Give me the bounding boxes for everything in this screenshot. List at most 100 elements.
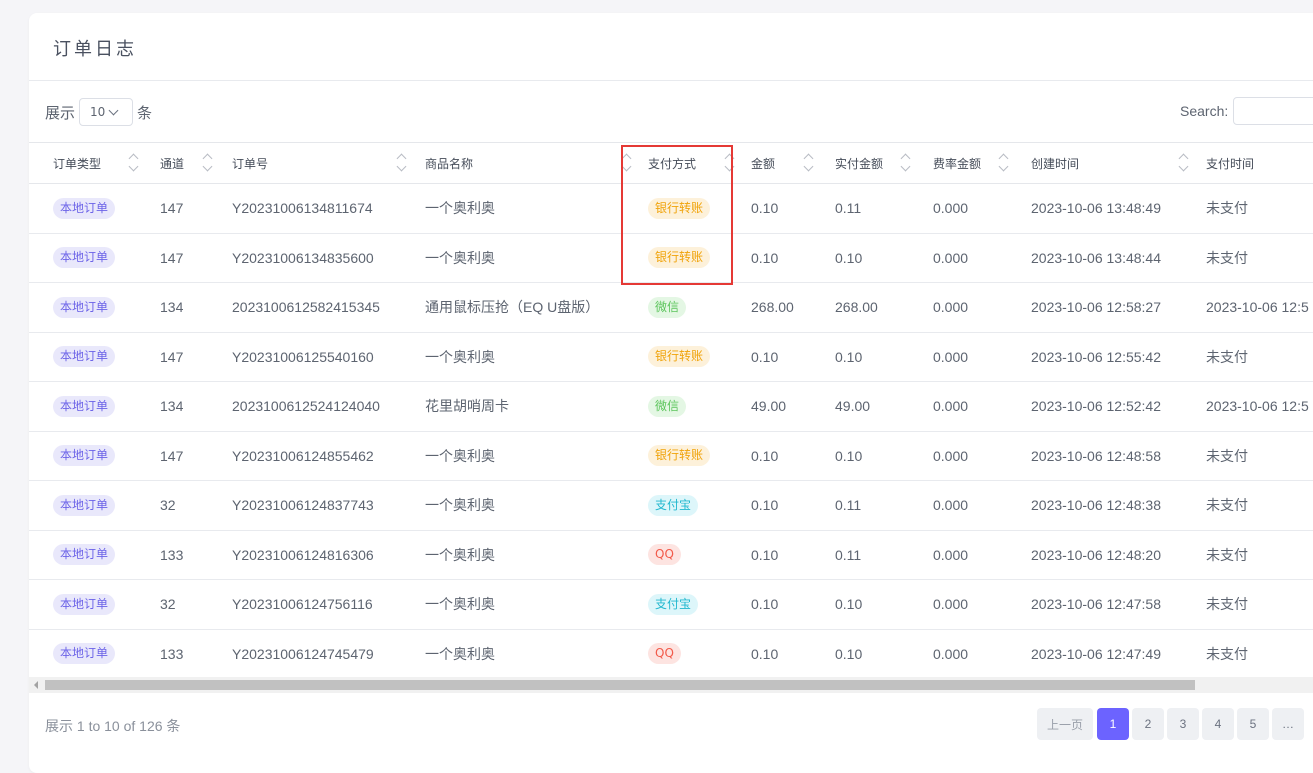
paid-amount-text: 0.11	[835, 200, 862, 217]
scrollbar-thumb[interactable]	[45, 680, 1195, 690]
payment-method-badge: 银行转账	[648, 346, 711, 368]
payment-method-badge: 支付宝	[648, 494, 699, 516]
order-type-cell: 本地订单	[29, 530, 136, 580]
page-length-control: 展示 10 条	[45, 97, 152, 127]
chevron-down-icon	[108, 105, 119, 115]
order-type-cell: 本地订单	[29, 629, 136, 679]
column-header[interactable]: 订单类型	[29, 142, 139, 184]
order-type-badge: 本地订单	[53, 395, 116, 417]
channel-text: 147	[160, 348, 184, 365]
order-type-cell: 本地订单	[29, 431, 136, 481]
column-header-label: 支付时间	[1206, 156, 1255, 171]
payment-method-cell: 微信	[624, 282, 727, 333]
column-header[interactable]: 创建时间	[1007, 142, 1189, 184]
scroll-left-arrow-icon[interactable]	[34, 681, 38, 689]
channel-cell: 147	[136, 332, 208, 382]
payment-method-cell: 银行转账	[624, 431, 727, 481]
page-button[interactable]: 2	[1132, 708, 1164, 740]
column-header[interactable]: 商品名称	[401, 142, 632, 184]
column-header-label: 实付金额	[835, 156, 884, 171]
table-row[interactable]: 本地订单 133 Y20231006124745479 一个奥利奥 QQ 0.10 0.10…	[29, 629, 1313, 679]
channel-cell: 147	[136, 431, 208, 481]
product-name-text: 一个奥利奥	[425, 645, 495, 662]
column-header[interactable]: 通道	[136, 142, 213, 184]
pagination: 上一页 1 2 3 4 5…	[1037, 708, 1307, 740]
order-number-text: Y20231006124816306	[232, 546, 374, 563]
created-time-text: 2023-10-06 12:52:42	[1031, 398, 1161, 415]
amount-cell: 0.10	[727, 183, 811, 234]
order-type-cell: 本地订单	[29, 480, 136, 531]
channel-text: 133	[160, 546, 184, 563]
order-number-text: Y20231006124837743	[232, 497, 374, 514]
table-row[interactable]: 本地订单 32 Y20231006124837743 一个奥利奥 支付宝 0.10 0.11…	[29, 480, 1313, 531]
created-time-cell: 2023-10-06 12:48:38	[1007, 480, 1182, 531]
fee-amount-cell: 0.000	[909, 629, 1007, 679]
fee-amount-text: 0.000	[933, 497, 969, 514]
amount-cell: 0.10	[727, 629, 811, 679]
table-row[interactable]: 本地订单 134 2023100612582415345 通用鼠标压抢（EQ U盘版）…	[29, 282, 1313, 333]
search-input[interactable]	[1233, 97, 1313, 125]
table-row[interactable]: 本地订单 147 Y20231006124855462 一个奥利奥 银行转账 0.10 0.…	[29, 431, 1313, 481]
paid-time-cell: 2023-10-06 12:5	[1182, 282, 1313, 333]
channel-text: 147	[160, 200, 184, 217]
product-name-cell: 一个奥利奥	[401, 579, 624, 630]
product-name-text: 一个奥利奥	[425, 200, 495, 217]
created-time-cell: 2023-10-06 12:58:27	[1007, 282, 1182, 333]
paid-amount-text: 0.10	[835, 645, 863, 662]
paid-time-text: 未支付	[1206, 497, 1248, 514]
order-log-card: 订单日志 展示 10 条 Search: 订单类型 通道 订单号 商品名称 支付方式 金额…	[29, 13, 1313, 773]
order-number-cell: 2023100612524124040	[208, 381, 401, 432]
column-header[interactable]: 实付金额	[811, 142, 911, 184]
order-type-badge: 本地订单	[53, 296, 116, 318]
order-number-cell: Y20231006124837743	[208, 480, 401, 531]
column-header[interactable]: 费率金额	[909, 142, 1009, 184]
search-label: Search:	[1180, 103, 1229, 119]
page-button[interactable]: 3	[1167, 708, 1199, 740]
page-length-select[interactable]: 10	[79, 98, 134, 126]
page-button[interactable]: 1	[1097, 708, 1129, 740]
created-time-text: 2023-10-06 13:48:44	[1031, 249, 1161, 266]
order-number-cell: Y20231006124816306	[208, 530, 401, 580]
prev-page-button[interactable]: 上一页	[1037, 708, 1093, 740]
paid-amount-cell: 0.10	[811, 629, 909, 679]
amount-text: 268.00	[751, 299, 794, 316]
created-time-cell: 2023-10-06 12:55:42	[1007, 332, 1182, 382]
product-name-text: 一个奥利奥	[425, 596, 495, 613]
fee-amount-text: 0.000	[933, 348, 969, 365]
created-time-cell: 2023-10-06 12:48:20	[1007, 530, 1182, 580]
horizontal-scrollbar[interactable]	[29, 677, 1313, 693]
order-type-cell: 本地订单	[29, 381, 136, 432]
order-number-text: 2023100612582415345	[232, 299, 380, 316]
fee-amount-text: 0.000	[933, 447, 969, 464]
paid-time-text: 未支付	[1206, 645, 1248, 662]
product-name-text: 通用鼠标压抢（EQ U盘版）	[425, 299, 600, 316]
paid-amount-cell: 0.11	[811, 480, 909, 531]
table-row[interactable]: 本地订单 134 2023100612524124040 花里胡哨周卡 微信 49.00 4…	[29, 381, 1313, 432]
fee-amount-cell: 0.000	[909, 431, 1007, 481]
product-name-text: 一个奥利奥	[425, 497, 495, 514]
table-row[interactable]: 本地订单 147 Y20231006125540160 一个奥利奥 银行转账 0.10 0.…	[29, 332, 1313, 382]
order-number-cell: 2023100612582415345	[208, 282, 401, 333]
channel-text: 133	[160, 645, 184, 662]
column-header-label: 商品名称	[425, 156, 474, 171]
page-button[interactable]: 4	[1202, 708, 1234, 740]
column-header[interactable]: 金额	[727, 142, 814, 184]
column-header[interactable]: 支付时间	[1182, 142, 1313, 184]
amount-text: 49.00	[751, 398, 787, 415]
paid-time-cell: 未支付	[1182, 530, 1313, 580]
product-name-cell: 通用鼠标压抢（EQ U盘版）	[401, 282, 624, 333]
column-header[interactable]: 订单号	[208, 142, 407, 184]
paid-time-text: 2023-10-06 12:5	[1206, 398, 1309, 415]
table-row[interactable]: 本地订单 32 Y20231006124756116 一个奥利奥 支付宝 0.10 0.10…	[29, 579, 1313, 630]
payment-method-cell: QQ	[624, 530, 727, 580]
column-header-label: 创建时间	[1031, 156, 1080, 171]
created-time-cell: 2023-10-06 12:47:58	[1007, 579, 1182, 630]
payment-method-badge: 微信	[648, 296, 687, 318]
order-number-cell: Y20231006124855462	[208, 431, 401, 481]
product-name-text: 一个奥利奥	[425, 348, 495, 365]
page-button[interactable]: 5	[1237, 708, 1269, 740]
table-row[interactable]: 本地订单 133 Y20231006124816306 一个奥利奥 QQ 0.10 0.11…	[29, 530, 1313, 580]
product-name-text: 一个奥利奥	[425, 249, 495, 266]
payment-method-badge: QQ	[648, 643, 681, 665]
created-time-text: 2023-10-06 12:47:49	[1031, 645, 1161, 662]
